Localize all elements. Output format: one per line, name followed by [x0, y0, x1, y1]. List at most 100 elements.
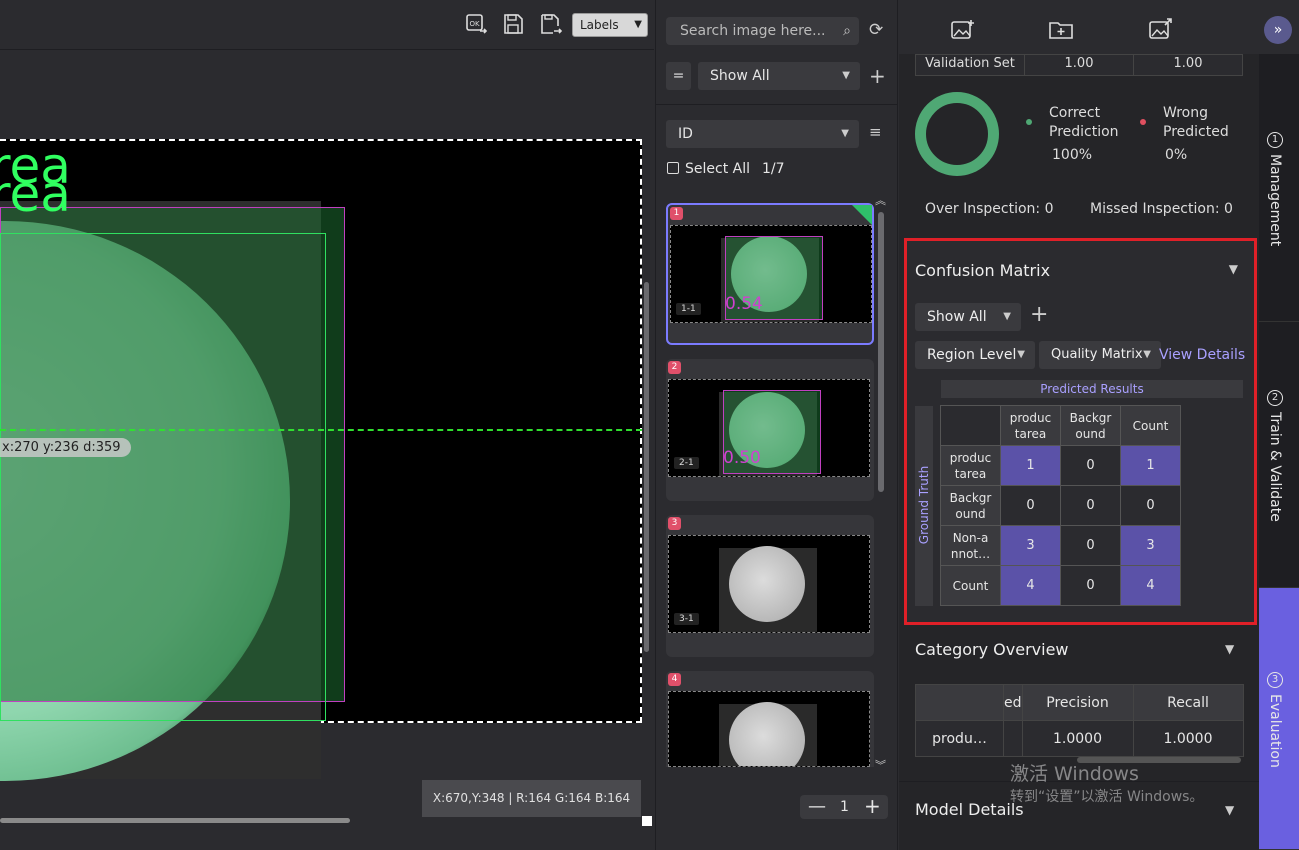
thumb-scrollbar[interactable]: [878, 212, 884, 492]
collapse-panel-button[interactable]: »: [1264, 16, 1292, 44]
thumb-card[interactable]: 1 0.54 1-1: [666, 203, 874, 345]
cm-cell[interactable]: 1: [1000, 445, 1061, 486]
page-stepper[interactable]: — 1 +: [800, 794, 888, 819]
cm-cell[interactable]: 0: [1060, 565, 1121, 606]
filter-select[interactable]: Show All ▼: [698, 62, 860, 90]
add-cm-filter-icon[interactable]: +: [1030, 302, 1048, 327]
save-as-svg: [541, 14, 563, 34]
cm-col-header: produc tarea: [1000, 405, 1061, 446]
tab-evaluation[interactable]: 3 Evaluation: [1259, 588, 1299, 850]
cm-row-header: Non-a nnot…: [940, 525, 1001, 566]
cm-cell[interactable]: 4: [1120, 565, 1181, 606]
scroll-to-top-icon[interactable]: ︽: [875, 192, 886, 208]
labels-select[interactable]: Labels ▼: [572, 13, 648, 37]
tab-number: 3: [1267, 672, 1283, 688]
tab-train-validate[interactable]: 2 Train & Validate: [1259, 322, 1299, 588]
export-image-icon[interactable]: [1147, 18, 1175, 42]
chevron-down-icon[interactable]: ▼: [1225, 803, 1234, 817]
image-view[interactable]: rea rea x:270 y:236 d:359 X:670,Y:348 | …: [0, 51, 654, 827]
search-icon[interactable]: ⌕: [843, 17, 851, 45]
wrong-value: 0%: [1165, 147, 1188, 163]
validation-value: 1.00: [1133, 54, 1243, 76]
cm-level-select[interactable]: Region Level ▼: [915, 341, 1035, 369]
cm-filter-select[interactable]: Show All ▼: [915, 303, 1021, 331]
cm-cell[interactable]: 0: [1120, 485, 1181, 526]
add-folder-icon[interactable]: [1047, 18, 1075, 42]
ok-export-svg: OK: [466, 14, 488, 34]
category-row[interactable]: produ… 1.0000 1.0000: [915, 720, 1244, 757]
cm-cell[interactable]: 4: [1000, 565, 1061, 606]
validation-set-label: Validation Set: [915, 54, 1025, 76]
thumb-number: 1: [670, 207, 683, 220]
search-input[interactable]: Search image here... ⌕: [666, 17, 859, 45]
add-image-icon[interactable]: [949, 18, 977, 42]
checkbox-box[interactable]: [667, 162, 679, 174]
cm-cell[interactable]: 3: [1000, 525, 1061, 566]
add-filter-icon[interactable]: +: [869, 62, 886, 90]
correct-label-line1: Correct: [1049, 105, 1101, 121]
cm-cell[interactable]: 0: [1000, 485, 1061, 526]
cm-cell[interactable]: 3: [1120, 525, 1181, 566]
vertical-scrollbar[interactable]: [644, 282, 649, 652]
over-inspection: Over Inspection: 0: [925, 201, 1054, 217]
filter-operator-button[interactable]: =: [666, 62, 691, 90]
wrong-label-line1: Wrong: [1163, 105, 1208, 121]
thumb-disc: [729, 546, 805, 622]
evaluation-panel: » Validation Set 1.00 1.00 Correct Predi…: [899, 0, 1292, 850]
category-col-header: Recall: [1132, 684, 1244, 721]
sort-order-icon[interactable]: ≡: [869, 123, 882, 141]
pixel-info: X:670,Y:348 | R:164 G:164 B:164: [422, 780, 641, 817]
wrong-label-line2: Predicted: [1163, 124, 1229, 140]
page-prev-button[interactable]: —: [808, 795, 826, 819]
thumb-card[interactable]: 4: [666, 671, 874, 767]
tab-label: 3 Evaluation: [1267, 672, 1283, 768]
tab-label: 2 Train & Validate: [1267, 390, 1283, 522]
tab-text: Management: [1267, 154, 1283, 247]
cm-level-value: Region Level: [927, 347, 1017, 363]
page-number[interactable]: 1: [840, 795, 849, 819]
refresh-icon[interactable]: ⟳: [869, 20, 883, 40]
label-box[interactable]: [0, 233, 326, 721]
page-next-button[interactable]: +: [864, 794, 881, 818]
chevron-down-icon[interactable]: ▼: [1225, 642, 1234, 656]
thumb-number: 4: [668, 673, 681, 686]
cm-filter-value: Show All: [927, 309, 987, 325]
chevron-down-icon[interactable]: ▼: [1229, 262, 1238, 276]
model-details-title[interactable]: Model Details: [915, 800, 1024, 819]
add-folder-svg: [1049, 22, 1073, 39]
search-placeholder: Search image here...: [680, 23, 826, 39]
sort-select[interactable]: ID ▼: [666, 120, 859, 148]
cm-matrix-select[interactable]: Quality Matrix ▼: [1039, 341, 1161, 369]
select-all-checkbox[interactable]: Select All: [667, 161, 750, 177]
cm-cell[interactable]: 0: [1060, 445, 1121, 486]
save-icon[interactable]: [500, 12, 526, 38]
ok-export-icon[interactable]: OK: [463, 12, 489, 38]
cm-row-header: Backgr ound: [940, 485, 1001, 526]
export-image-svg: [1149, 18, 1172, 39]
ground-truth-header: Ground Truth: [915, 406, 933, 606]
thumb-sub-id: 3-1: [674, 613, 699, 625]
scroll-to-bottom-icon[interactable]: ︾: [875, 757, 886, 773]
save-svg: [504, 14, 523, 34]
chevron-down-icon: ▼: [1017, 349, 1025, 360]
missed-inspection: Missed Inspection: 0: [1090, 201, 1233, 217]
selection-count: 1/7: [762, 161, 785, 177]
category-col-header: ed: [1003, 684, 1023, 721]
cm-cell[interactable]: 0: [1060, 485, 1121, 526]
view-details-link[interactable]: View Details: [1159, 347, 1245, 363]
chevron-down-icon: ▼: [841, 128, 849, 139]
horizontal-scrollbar[interactable]: [0, 818, 350, 823]
filter-select-value: Show All: [710, 68, 770, 84]
measure-badge: x:270 y:236 d:359: [0, 438, 131, 457]
cm-matrix-value: Quality Matrix: [1051, 347, 1143, 362]
cm-cell[interactable]: 0: [1060, 525, 1121, 566]
cm-cell[interactable]: 1: [1120, 445, 1181, 486]
tab-management[interactable]: 1 Management: [1259, 54, 1299, 322]
save-as-icon[interactable]: [538, 12, 564, 38]
wrong-legend-dot: [1140, 119, 1146, 125]
thumb-card[interactable]: 2 0.50 2-1: [666, 359, 874, 501]
thumb-number: 2: [668, 361, 681, 374]
thumb-sub-id: 2-1: [674, 457, 699, 469]
thumb-card[interactable]: 3 3-1: [666, 515, 874, 657]
cm-col-header: Backgr ound: [1060, 405, 1121, 446]
